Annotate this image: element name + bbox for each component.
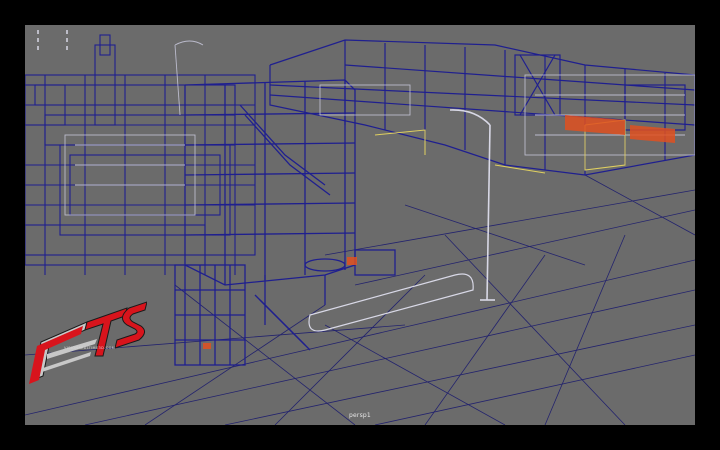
rts-logo [29, 301, 147, 384]
camera-name-label: persp1 [349, 412, 371, 419]
street-lamp [449, 109, 495, 301]
walkway-outline [308, 273, 474, 332]
viewport-tick-markers [37, 30, 68, 50]
logo-graphic [29, 301, 147, 384]
screenshot-frame: persp1 VISIONREALTIME3D.COM [0, 0, 720, 450]
left-plant-wireframe [25, 34, 256, 275]
logo-tagline: VISIONREALTIME3D.COM [64, 346, 116, 350]
central-structure-wireframe [174, 79, 396, 366]
